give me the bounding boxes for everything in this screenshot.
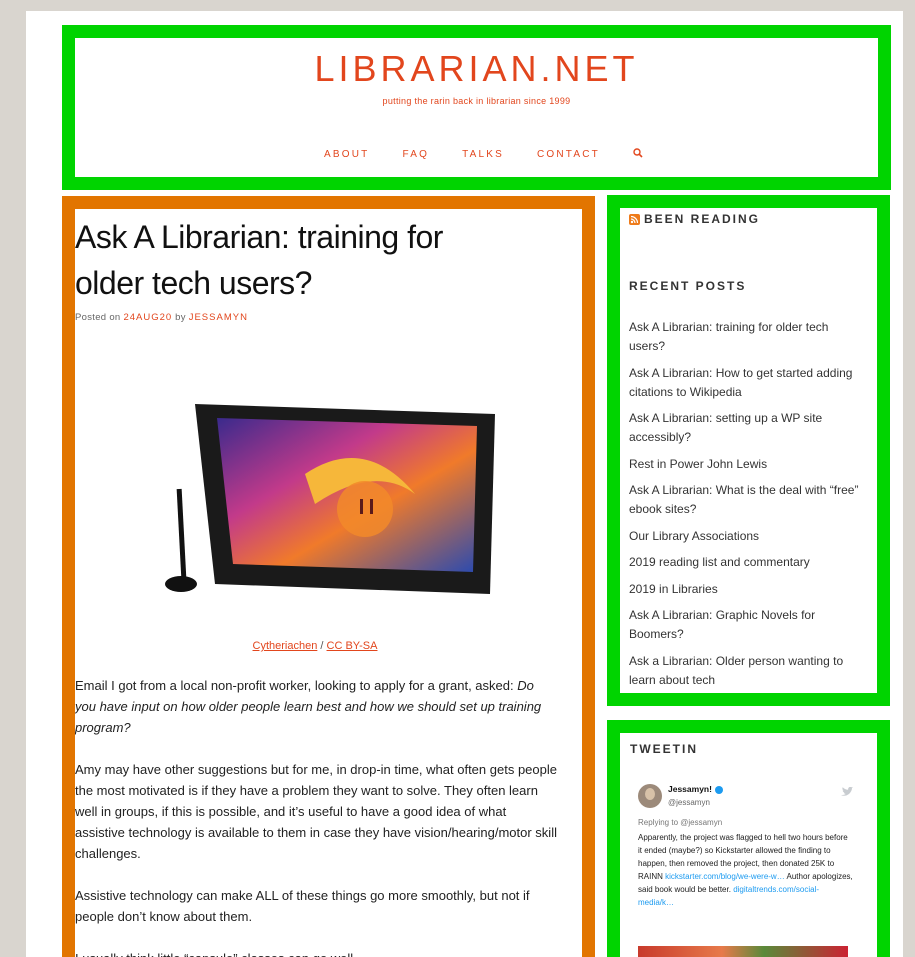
recent-post-link[interactable]: Rest in Power John Lewis — [629, 455, 859, 474]
been-reading-title[interactable]: BEEN READING — [644, 212, 760, 226]
paragraph: Amy may have other suggestions but for m… — [75, 762, 557, 861]
twitter-bird-icon[interactable] — [841, 786, 853, 801]
tweet-reply-context: Replying to @jessamyn — [638, 818, 723, 827]
recent-post-link[interactable]: Ask A Librarian: How to get started addi… — [629, 364, 859, 402]
embedded-tweet[interactable]: Jessamyn! @jessamyn Replying to @jessamy… — [638, 783, 853, 909]
caption-author-link[interactable]: Cytheriachen — [253, 640, 318, 652]
post-body: Email I got from a local non-profit work… — [75, 675, 557, 957]
posted-on-label: Posted on — [75, 312, 121, 323]
post-meta: Posted on 24AUG20 by JESSAMYN — [75, 312, 248, 323]
recent-post-link[interactable]: Ask A Librarian: setting up a WP site ac… — [629, 409, 859, 447]
nav-item-talks[interactable]: TALKS — [462, 149, 504, 160]
site-header: LIBRARIAN.NET putting the rarin back in … — [62, 25, 891, 190]
image-caption: Cytheriachen / CC BY-SA — [75, 640, 555, 652]
post-date-link[interactable]: 24AUG20 — [123, 312, 172, 323]
main-nav: ABOUT FAQ TALKS CONTACT — [75, 148, 878, 161]
tweetin-title: TWEETIN — [630, 742, 698, 756]
recent-post-link[interactable]: Ask A Librarian: What is the deal with “… — [629, 481, 859, 519]
verified-badge-icon — [714, 785, 723, 794]
recent-post-link[interactable]: 2019 in Libraries — [629, 580, 859, 599]
caption-license-link[interactable]: CC BY-SA — [327, 640, 378, 652]
site-title[interactable]: LIBRARIAN.NET — [75, 48, 878, 90]
paragraph: Assistive technology can make ALL of the… — [75, 888, 530, 924]
sidebar-widget-tweets: TWEETIN Jessamyn! @jessamyn Replying to … — [607, 720, 890, 957]
recent-post-link[interactable]: Our Library Associations — [629, 527, 859, 546]
main-content: Ask A Librarian: training for older tech… — [62, 196, 595, 957]
tweet-header: Jessamyn! @jessamyn — [638, 783, 853, 809]
rss-icon[interactable] — [629, 213, 640, 225]
recent-post-link[interactable]: 2019 reading list and commentary — [629, 553, 859, 572]
paragraph-text: Email I got from a local non-profit work… — [75, 678, 518, 693]
avatar[interactable] — [638, 784, 662, 808]
site-tagline: putting the rarin back in librarian sinc… — [382, 96, 571, 106]
tweet-author: Jessamyn! @jessamyn — [668, 783, 723, 809]
nav-item-about[interactable]: ABOUT — [324, 149, 369, 160]
tweet-author-name[interactable]: Jessamyn! — [668, 784, 712, 794]
search-icon[interactable] — [633, 148, 643, 161]
post-author-link[interactable]: JESSAMYN — [189, 312, 248, 323]
caption-separator: / — [320, 640, 324, 652]
recent-posts-title: RECENT POSTS — [629, 279, 747, 293]
paragraph: I usually think little “capsule” classes… — [75, 948, 557, 957]
nav-item-faq[interactable]: FAQ — [402, 149, 429, 160]
paragraph: Email I got from a local non-profit work… — [75, 675, 557, 738]
by-label: by — [175, 312, 186, 323]
tweet-author-handle[interactable]: @jessamyn — [668, 796, 723, 809]
recent-post-link[interactable]: Ask A Librarian: Graphic Novels for Boom… — [629, 606, 859, 644]
recent-post-link[interactable]: Ask A Librarian: training for older tech… — [629, 318, 859, 356]
tweet-link[interactable]: kickstarter.com/blog/we-were-w… — [665, 872, 785, 881]
nav-item-contact[interactable]: CONTACT — [537, 149, 600, 160]
tweet-body: Apparently, the project was flagged to h… — [638, 831, 853, 909]
sidebar-widget-posts: BEEN READING RECENT POSTS Ask A Libraria… — [607, 195, 890, 706]
been-reading-heading: BEEN READING — [629, 212, 760, 226]
recent-posts-list: Ask A Librarian: training for older tech… — [629, 318, 859, 697]
tweet-media-image[interactable] — [638, 946, 848, 957]
recent-post-link[interactable]: Ask a Librarian: Older person wanting to… — [629, 652, 859, 690]
drawing-tablet-image — [155, 404, 495, 624]
post-title[interactable]: Ask A Librarian: training for older tech… — [75, 214, 515, 306]
